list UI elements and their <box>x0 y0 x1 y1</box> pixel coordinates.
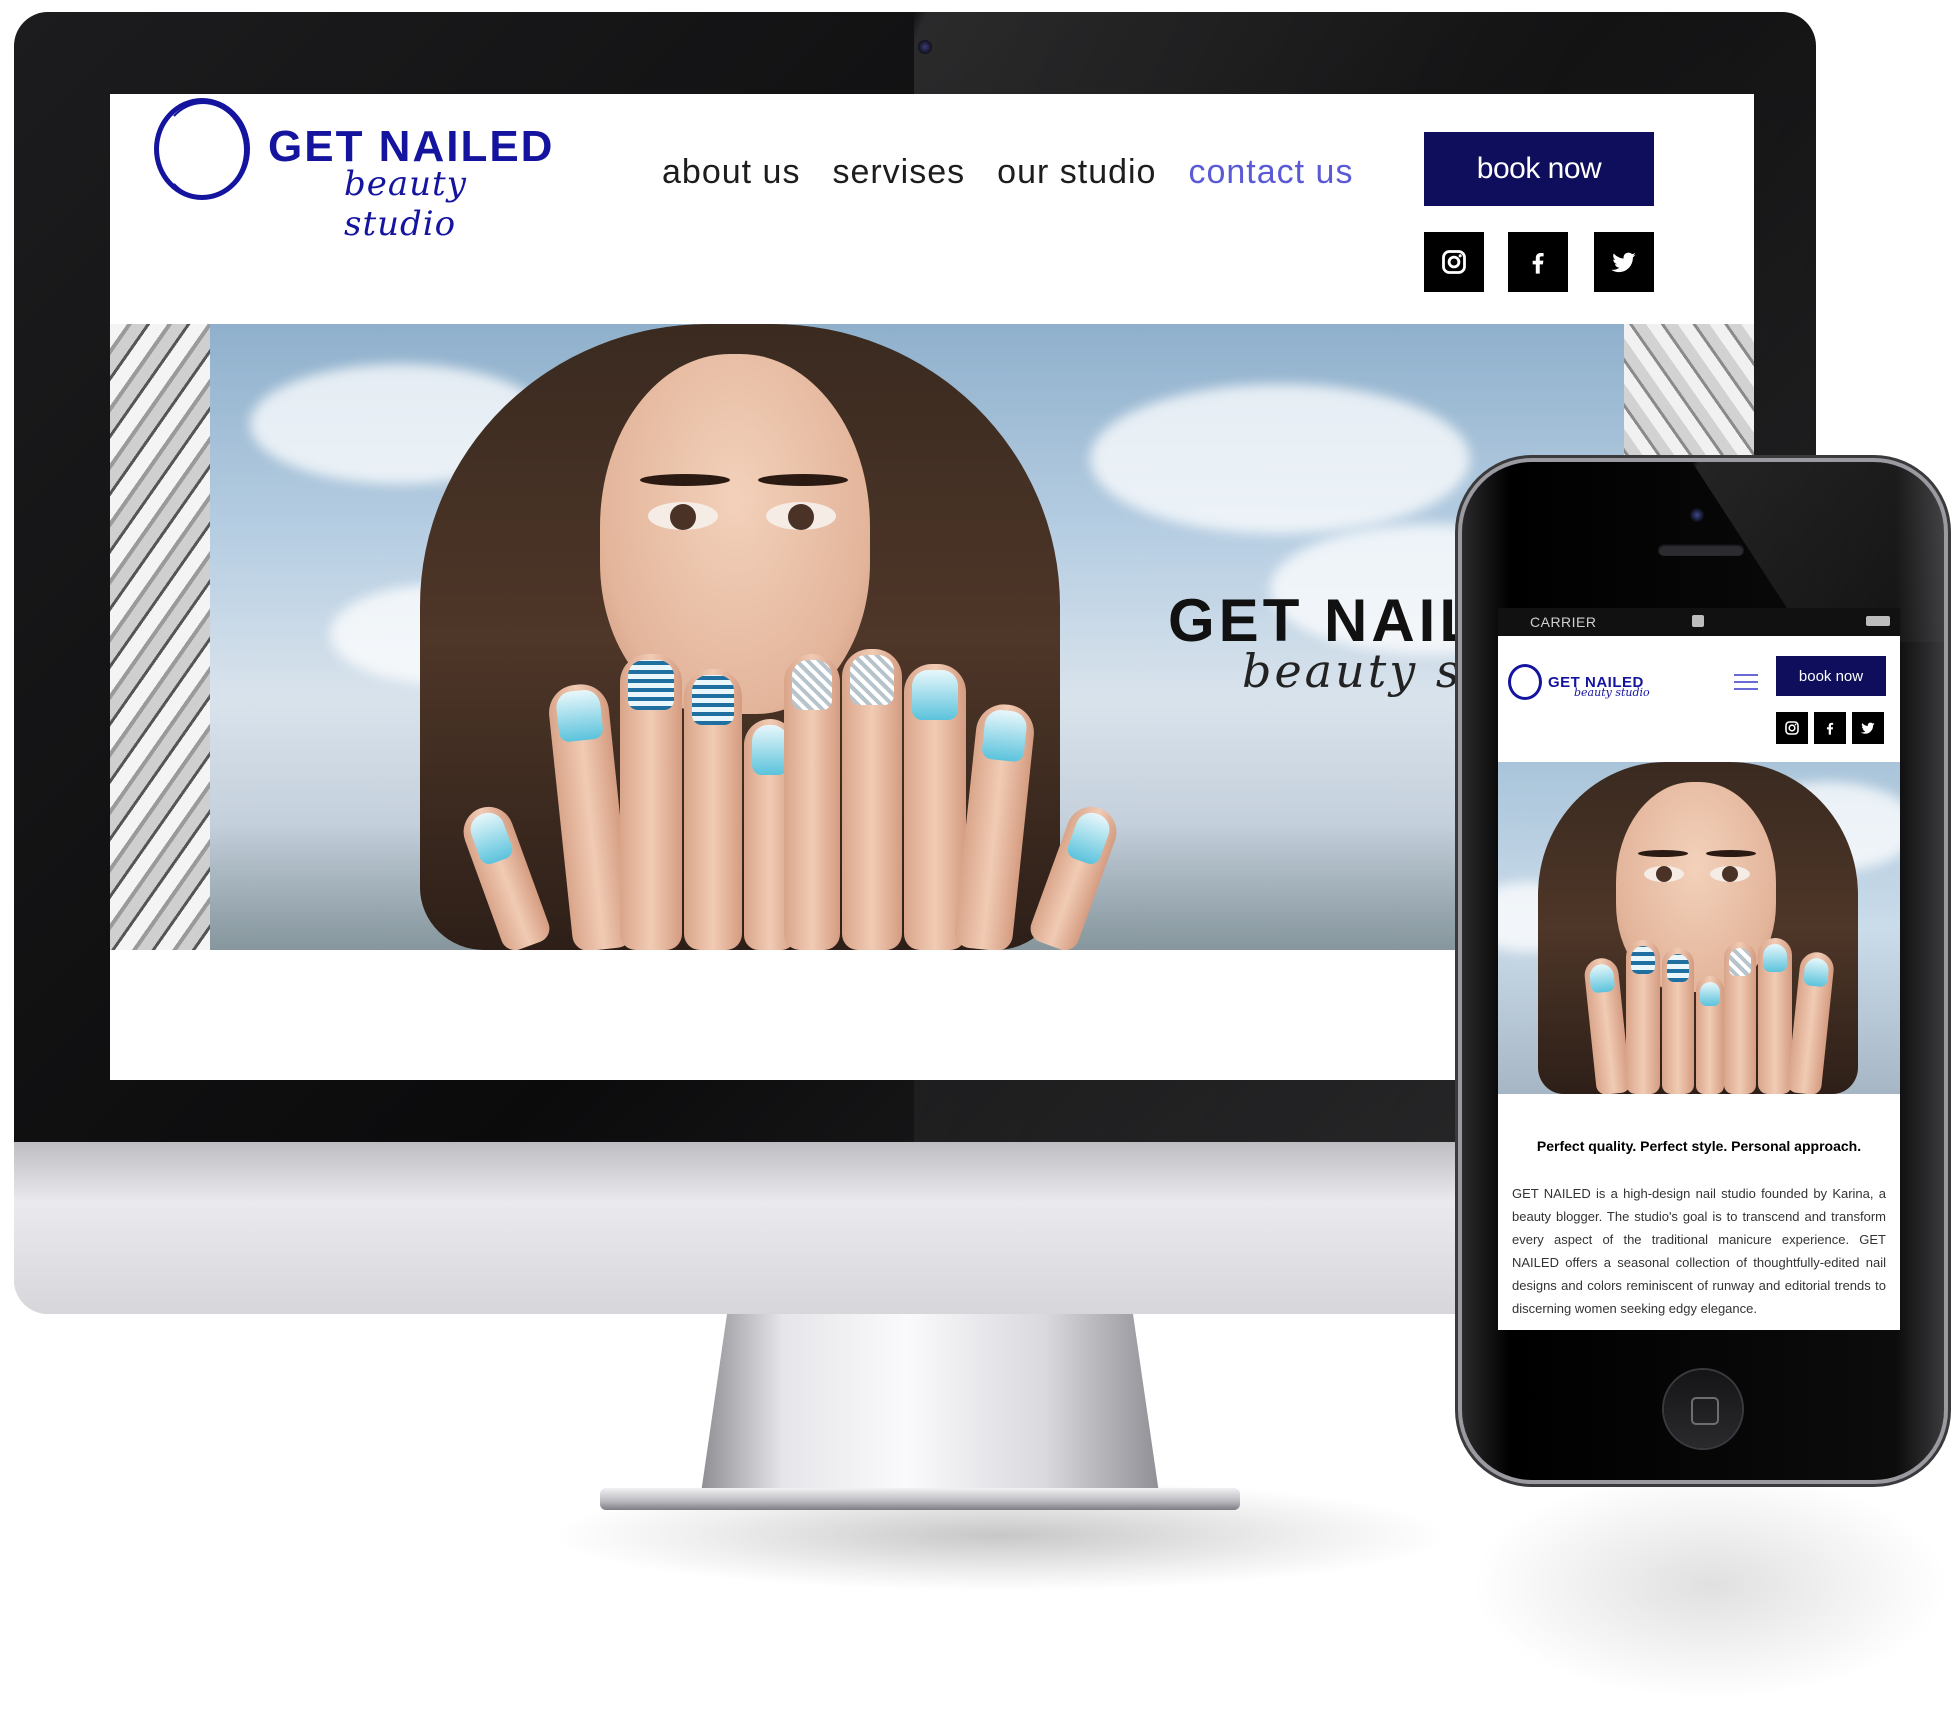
main-nav: about us servises our studio contact us <box>662 146 1353 198</box>
site-logo[interactable]: GET NAILED beauty studio <box>154 98 574 244</box>
monitor-stand <box>700 1310 1160 1500</box>
mobile-tagline: Perfect quality. Perfect style. Personal… <box>1536 1138 1862 1154</box>
nav-about-us[interactable]: about us <box>662 146 800 198</box>
mobile-logo-subtitle: beauty studio <box>1574 686 1650 699</box>
instagram-icon <box>1785 721 1799 735</box>
status-bar: CARRIER <box>1498 608 1900 636</box>
monitor-camera <box>918 40 932 54</box>
logo-ring-inner <box>160 102 246 198</box>
mobile-screen: CARRIER GET NAILED beauty studio book no… <box>1498 608 1900 1330</box>
nav-contact-us[interactable]: contact us <box>1188 146 1353 198</box>
monitor-foot <box>600 1488 1240 1510</box>
twitter-icon <box>1611 252 1636 273</box>
lock-icon <box>1692 615 1704 627</box>
leaf-pattern-right <box>1624 324 1754 474</box>
twitter-link[interactable] <box>1594 232 1654 292</box>
leaf-pattern-left <box>110 324 210 950</box>
mobile-instagram-link[interactable] <box>1776 712 1808 744</box>
twitter-icon <box>1860 722 1875 734</box>
battery-icon <box>1866 616 1890 626</box>
hamburger-menu-icon[interactable] <box>1734 674 1758 690</box>
logo-subtitle: beauty studio <box>344 164 467 244</box>
carrier-label: CARRIER <box>1530 614 1597 630</box>
home-square-icon <box>1691 1397 1719 1425</box>
mobile-phone: CARRIER GET NAILED beauty studio book no… <box>1462 462 1944 1480</box>
phone-camera <box>1690 508 1704 522</box>
phone-shadow <box>1470 1470 1950 1700</box>
instagram-icon <box>1442 250 1466 274</box>
mobile-twitter-link[interactable] <box>1852 712 1884 744</box>
home-button[interactable] <box>1664 1370 1742 1448</box>
facebook-icon <box>1532 253 1544 274</box>
nav-services[interactable]: servises <box>832 146 965 198</box>
instagram-link[interactable] <box>1424 232 1484 292</box>
logo-ring-icon <box>1508 664 1542 700</box>
mobile-site-logo[interactable]: GET NAILED beauty studio <box>1508 664 1668 704</box>
nav-our-studio[interactable]: our studio <box>997 146 1156 198</box>
mobile-hero-photo <box>1498 762 1900 1094</box>
phone-speaker <box>1658 544 1744 556</box>
book-now-button[interactable]: book now <box>1424 132 1654 206</box>
facebook-icon <box>1826 722 1834 735</box>
mobile-facebook-link[interactable] <box>1814 712 1846 744</box>
mobile-description: GET NAILED is a high-design nail studio … <box>1512 1186 1886 1316</box>
mobile-book-now-button[interactable]: book now <box>1776 656 1886 696</box>
facebook-link[interactable] <box>1508 232 1568 292</box>
